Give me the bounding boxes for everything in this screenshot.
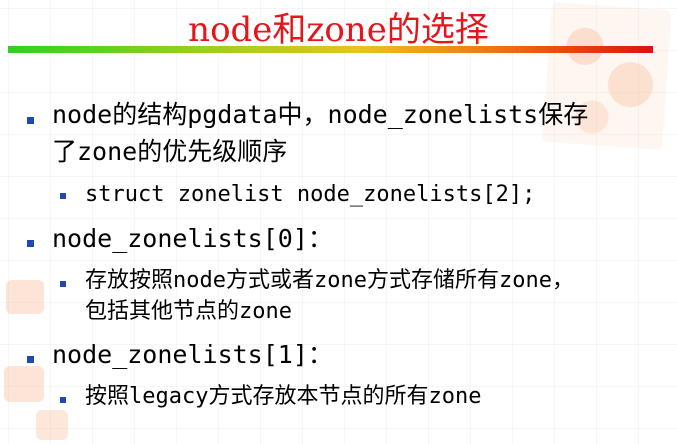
- sub-bullet-text-line: 存放按照node方式或者zone方式存储所有zone，: [85, 268, 574, 293]
- sub-bullet-text-line: 按照legacy方式存放本节点的所有zone: [85, 384, 482, 409]
- bullet-text-line: node_zonelists[0]：: [52, 224, 333, 253]
- bullet-text-line: node_zonelists[1]：: [52, 340, 333, 369]
- bullet-marker: [27, 117, 34, 124]
- sub-bullet-text-line: 包括其他节点的zone: [85, 299, 292, 324]
- bullet-marker: [27, 356, 34, 363]
- sub-bullet-marker: [60, 281, 66, 287]
- bullet-text-line: 了zone的优先级顺序: [52, 137, 288, 166]
- bullet-text-line: node的结构pgdata中，node_zonelists保存: [52, 100, 589, 129]
- sub-bullet-text-line: struct zonelist node_zonelists[2];: [85, 182, 536, 207]
- slide-body: node的结构pgdata中，node_zonelists保存 了zone的优先…: [0, 0, 677, 444]
- sub-bullet-marker: [60, 193, 66, 199]
- sub-bullet-marker: [60, 397, 66, 403]
- bullet-marker: [27, 240, 34, 247]
